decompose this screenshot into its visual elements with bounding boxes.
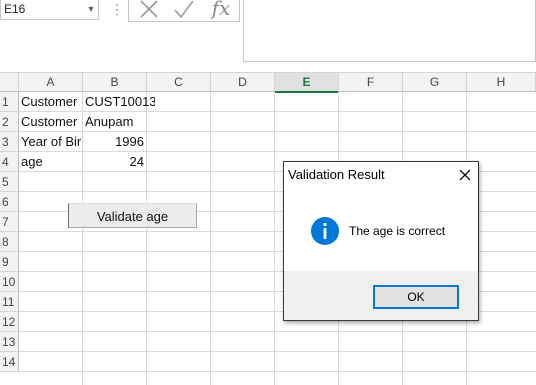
validation-dialog: Validation Result The age is correct OK: [283, 161, 479, 321]
row-header-11[interactable]: 11: [0, 292, 19, 312]
grid-line: [19, 331, 536, 332]
grid-line: [146, 92, 147, 385]
row-header-3[interactable]: 3: [0, 132, 19, 152]
grid-line: [82, 92, 83, 385]
cell-b4[interactable]: 24: [85, 152, 144, 172]
column-header-e[interactable]: E: [275, 73, 339, 93]
dialog-footer: OK: [284, 271, 478, 320]
cell-b1[interactable]: CUST10013: [85, 92, 155, 112]
validate-age-button[interactable]: Validate age: [68, 203, 197, 228]
cell-b3[interactable]: 1996: [85, 132, 144, 152]
grid-line: [274, 92, 275, 385]
column-header-row: A B C D E F G H: [0, 72, 536, 93]
row-header-6[interactable]: 6: [0, 192, 19, 212]
column-header-g[interactable]: G: [403, 73, 467, 93]
grid-line: [19, 351, 536, 352]
dialog-message: The age is correct: [349, 224, 446, 238]
row-header-10[interactable]: 10: [0, 272, 19, 292]
dialog-titlebar[interactable]: Validation Result: [284, 162, 478, 187]
row-header-14[interactable]: 14: [0, 352, 19, 372]
column-header-f[interactable]: F: [339, 73, 403, 93]
row-header-1[interactable]: 1: [0, 92, 19, 112]
cell-a1[interactable]: Customer: [21, 92, 82, 112]
name-box-value: E16: [4, 2, 26, 16]
check-icon[interactable]: [172, 0, 196, 21]
row-header-5[interactable]: 5: [0, 172, 19, 192]
column-header-d[interactable]: D: [211, 73, 275, 93]
cell-a3[interactable]: Year of Bir: [21, 132, 82, 152]
insert-function-icon[interactable]: fx: [208, 0, 234, 20]
select-all-corner[interactable]: [0, 73, 19, 93]
chevron-down-icon[interactable]: ▼: [85, 2, 97, 16]
column-header-b[interactable]: B: [83, 73, 147, 93]
row-header-12[interactable]: 12: [0, 312, 19, 332]
row-header-8[interactable]: 8: [0, 232, 19, 252]
cell-a4[interactable]: age: [21, 152, 82, 172]
more-options-icon[interactable]: ⋮: [110, 2, 124, 18]
cell-b2[interactable]: Anupam: [85, 112, 145, 132]
row-header-2[interactable]: 2: [0, 112, 19, 132]
formula-input[interactable]: [243, 0, 536, 62]
grid-line: [210, 92, 211, 385]
row-header-9[interactable]: 9: [0, 252, 19, 272]
ok-button[interactable]: OK: [373, 285, 459, 309]
row-header-4[interactable]: 4: [0, 152, 19, 172]
row-header-13[interactable]: 13: [0, 332, 19, 352]
column-header-a[interactable]: A: [19, 73, 83, 93]
row-header-7[interactable]: 7: [0, 212, 19, 232]
dialog-title: Validation Result: [288, 167, 385, 182]
close-icon[interactable]: [454, 164, 476, 186]
cancel-icon[interactable]: [138, 0, 160, 20]
cell-a2[interactable]: Customer: [21, 112, 82, 132]
dialog-body: The age is correct: [284, 187, 478, 271]
column-header-c[interactable]: C: [147, 73, 211, 93]
info-icon: [311, 217, 339, 245]
column-header-h[interactable]: H: [467, 73, 536, 93]
grid-line: [19, 371, 536, 372]
